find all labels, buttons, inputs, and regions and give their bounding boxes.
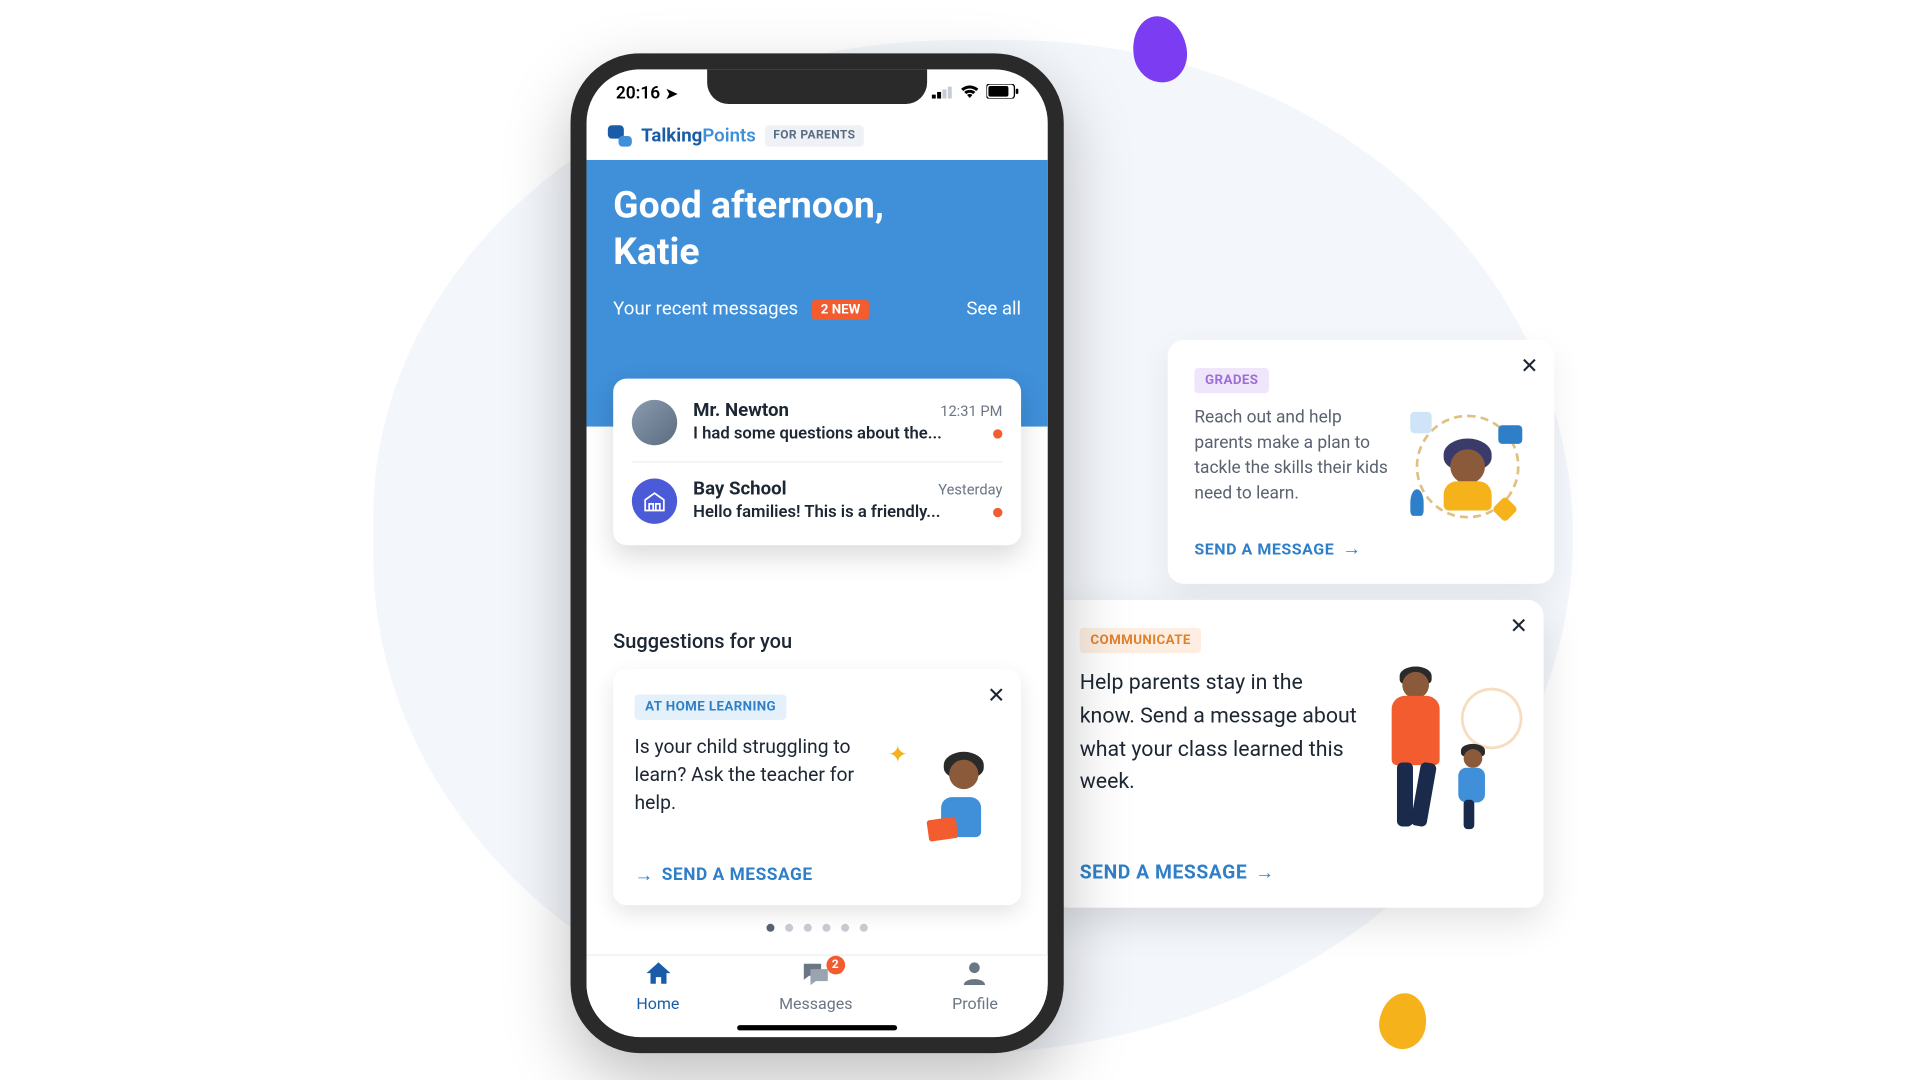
see-all-link[interactable]: See all	[966, 299, 1021, 320]
send-message-label: SEND A MESSAGE	[1194, 539, 1334, 558]
logo-icon	[608, 125, 632, 146]
dot-icon	[860, 924, 868, 932]
location-icon: ➤	[666, 85, 678, 102]
brand-sub: Points	[702, 125, 756, 146]
app-header: TalkingPoints FOR PARENTS	[587, 117, 1048, 160]
tag-at-home-learning: AT HOME LEARNING	[635, 694, 787, 719]
decor-blob-yellow	[1375, 989, 1431, 1052]
arrow-right-icon: →	[1255, 861, 1274, 884]
page-dots[interactable]	[587, 924, 1048, 932]
messages-badge: 2	[826, 956, 845, 975]
dot-icon	[766, 924, 774, 932]
tag-grades: GRADES	[1194, 368, 1269, 393]
avatar	[632, 400, 677, 445]
status-time: 20:16	[616, 83, 660, 103]
message-row[interactable]: Bay School Yesterday Hello families! Thi…	[632, 461, 1003, 540]
close-icon[interactable]: ✕	[987, 682, 1005, 707]
tab-home[interactable]: Home	[636, 961, 679, 1013]
phone-frame: 20:16 ➤ Talking	[571, 53, 1064, 1053]
arrow-right-icon: →	[1342, 537, 1361, 560]
tab-messages[interactable]: 2 Messages	[779, 961, 852, 1013]
home-icon	[645, 961, 672, 992]
close-icon[interactable]: ✕	[1510, 613, 1528, 638]
message-row[interactable]: Mr. Newton 12:31 PM I had some questions…	[632, 384, 1003, 461]
suggestion-text: Is your child struggling to learn? Ask t…	[635, 733, 867, 848]
card-grades-text: Reach out and help parents make a plan t…	[1194, 407, 1394, 527]
battery-icon	[986, 83, 1018, 103]
suggestion-card: ✕ AT HOME LEARNING Is your child struggl…	[613, 669, 1021, 905]
suggestions-title: Suggestions for you	[587, 629, 1048, 653]
tab-home-label: Home	[636, 994, 679, 1013]
card-communicate: ✕ COMMUNICATE Help parents stay in the k…	[1053, 600, 1544, 908]
new-count-badge: 2 NEW	[811, 299, 869, 319]
send-message-label: SEND A MESSAGE	[1080, 861, 1247, 884]
phone-notch	[707, 69, 927, 104]
brand-main: Talking	[641, 125, 702, 146]
message-time: 12:31 PM	[940, 403, 1002, 420]
butterfly-icon: ✦	[888, 741, 908, 769]
tab-profile[interactable]: Profile	[952, 961, 998, 1013]
app-logo-text: TalkingPoints	[641, 125, 756, 146]
message-sender: Mr. Newton	[693, 400, 789, 421]
for-parents-badge: FOR PARENTS	[765, 125, 863, 146]
illustration-child-reading: ✦	[880, 733, 1000, 848]
close-icon[interactable]: ✕	[1520, 353, 1538, 378]
send-message-link[interactable]: SEND A MESSAGE →	[1194, 537, 1527, 560]
card-communicate-text: Help parents stay in the know. Send a me…	[1080, 667, 1357, 840]
illustration-grades	[1408, 407, 1528, 527]
tag-communicate: COMMUNICATE	[1080, 628, 1202, 653]
dot-icon	[841, 924, 849, 932]
send-message-link[interactable]: → SEND A MESSAGE	[635, 864, 1000, 887]
cell-signal-icon	[932, 83, 953, 103]
message-preview: I had some questions about the...	[693, 424, 942, 444]
greeting: Good afternoon, Katie	[613, 181, 1021, 274]
greeting-line1: Good afternoon,	[613, 183, 884, 227]
message-preview: Hello families! This is a friendly...	[693, 503, 940, 523]
send-message-link[interactable]: SEND A MESSAGE →	[1080, 861, 1517, 884]
illustration-walking	[1370, 667, 1517, 840]
wifi-icon	[960, 83, 980, 103]
recent-messages-label: Your recent messages	[613, 299, 798, 320]
dot-icon	[804, 924, 812, 932]
send-message-label: SEND A MESSAGE	[662, 865, 813, 885]
tab-profile-label: Profile	[952, 994, 998, 1013]
dot-icon	[785, 924, 793, 932]
profile-icon	[963, 961, 987, 992]
arrow-right-icon: →	[635, 864, 654, 887]
home-indicator	[737, 1025, 897, 1030]
unread-dot-icon	[993, 429, 1002, 438]
tab-messages-label: Messages	[779, 994, 852, 1013]
card-grades: ✕ GRADES Reach out and help parents make…	[1168, 340, 1555, 584]
unread-dot-icon	[993, 508, 1002, 517]
dot-icon	[822, 924, 830, 932]
phone-screen: 20:16 ➤ Talking	[587, 69, 1048, 1037]
messages-card: Mr. Newton 12:31 PM I had some questions…	[613, 379, 1021, 546]
greeting-line2: Katie	[613, 229, 699, 273]
avatar-school-icon	[632, 479, 677, 524]
message-sender: Bay School	[693, 479, 786, 500]
message-time: Yesterday	[938, 481, 1002, 498]
